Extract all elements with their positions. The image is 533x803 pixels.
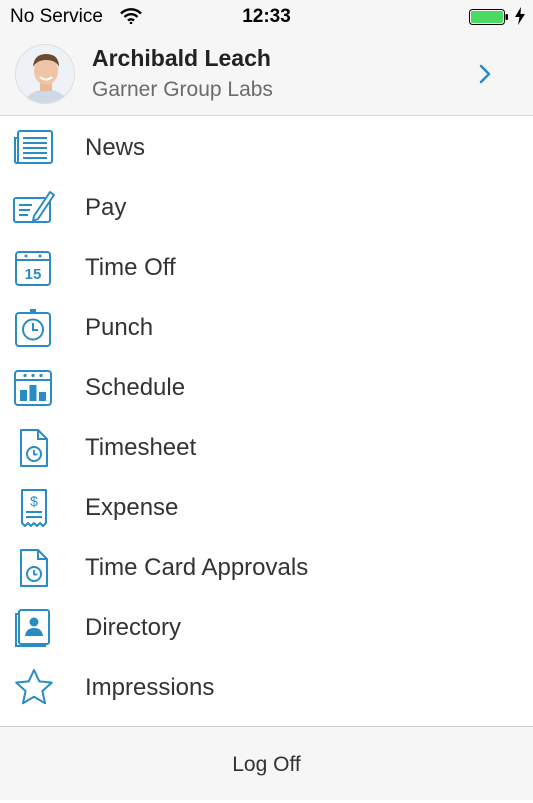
receipt-dollar-icon: $ (12, 488, 56, 528)
menu-item-label: Time Card Approvals (85, 554, 309, 581)
menu-item-expense[interactable]: $ Expense (0, 478, 533, 538)
menu-item-label: Punch (85, 314, 154, 341)
navigation-menu: News Pay 15 Time Off Punch Schedule Time… (0, 118, 533, 726)
schedule-icon (12, 368, 56, 408)
log-off-button[interactable]: Log Off (0, 727, 533, 801)
timesheet-icon (12, 428, 56, 468)
avatar (15, 44, 75, 104)
chevron-right-icon[interactable] (478, 63, 492, 85)
profile-name: Archibald Leach (92, 45, 271, 71)
status-bar: No Service 12:33 (0, 0, 533, 32)
menu-item-label: Timesheet (85, 434, 197, 461)
menu-item-punch[interactable]: Punch (0, 298, 533, 358)
menu-item-time-off[interactable]: 15 Time Off (0, 238, 533, 298)
star-icon (12, 668, 56, 708)
charging-bolt-icon (515, 7, 525, 25)
menu-item-label: Time Off (85, 254, 176, 281)
menu-item-label: News (85, 134, 146, 161)
dollar-sign: $ (30, 493, 38, 509)
menu-item-time-card-approvals[interactable]: Time Card Approvals (0, 538, 533, 598)
menu-item-label: Expense (85, 494, 179, 521)
menu-item-label: Directory (85, 614, 182, 641)
timecard-icon (12, 548, 56, 588)
news-icon (12, 128, 56, 168)
menu-item-label: Pay (85, 194, 127, 221)
clock: 12:33 (242, 6, 291, 27)
menu-item-timesheet[interactable]: Timesheet (0, 418, 533, 478)
profile-header[interactable]: Archibald Leach Garner Group Labs (0, 32, 533, 116)
footer-bar: Log Off (0, 726, 533, 800)
menu-item-news[interactable]: News (0, 118, 533, 178)
menu-item-impressions[interactable]: Impressions (0, 658, 533, 718)
calendar-15-icon: 15 (12, 248, 56, 288)
menu-item-schedule[interactable]: Schedule (0, 358, 533, 418)
directory-icon (12, 608, 56, 648)
calendar-day-number: 15 (25, 266, 42, 283)
menu-item-label: Schedule (85, 374, 186, 401)
stopwatch-icon (12, 308, 56, 348)
profile-organization: Garner Group Labs (92, 78, 273, 101)
menu-item-pay[interactable]: Pay (0, 178, 533, 238)
pay-icon (12, 188, 56, 228)
battery-icon (469, 9, 508, 25)
menu-item-label: Impressions (85, 674, 215, 701)
menu-item-directory[interactable]: Directory (0, 598, 533, 658)
